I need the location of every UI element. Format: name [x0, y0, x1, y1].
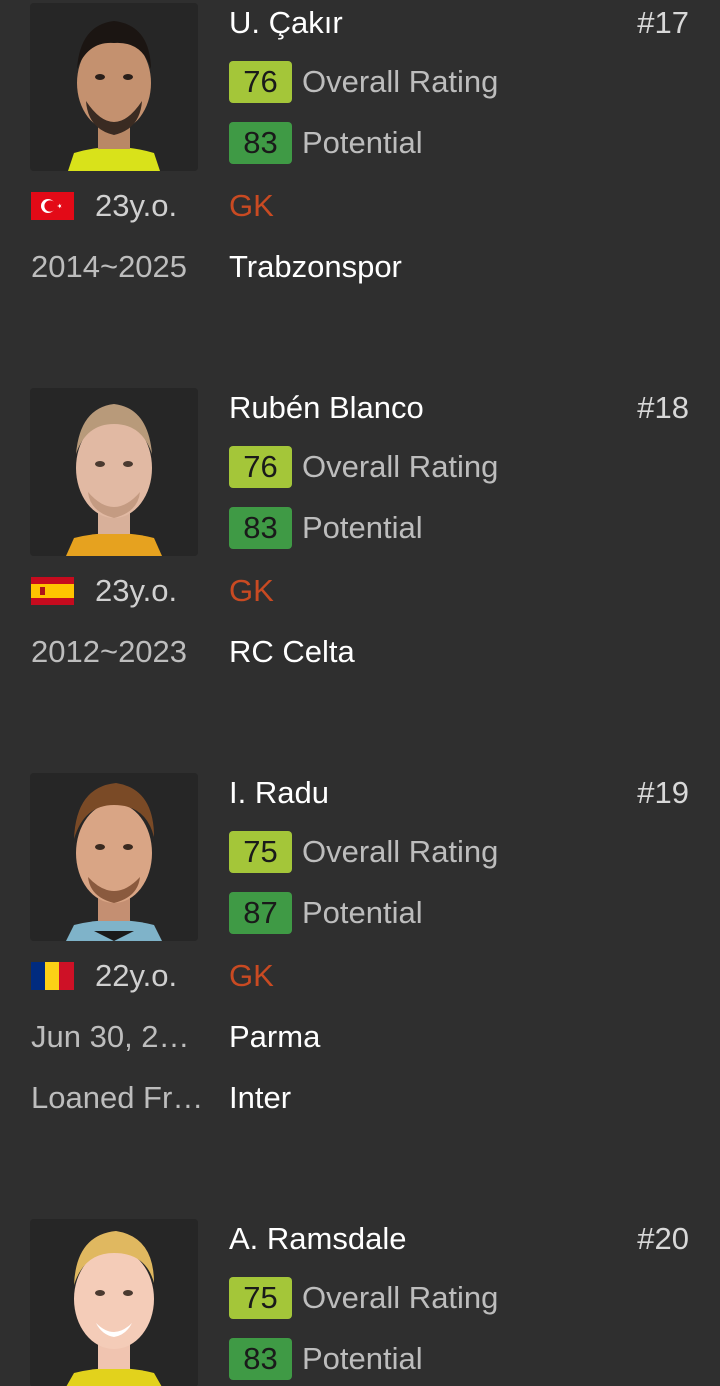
club-name[interactable]: Trabzonspor [229, 249, 402, 285]
potential-row: 87 Potential [229, 892, 423, 934]
overall-rating-label: Overall Rating [302, 64, 499, 99]
romania-flag-icon [31, 962, 74, 990]
player-photo[interactable] [30, 388, 198, 556]
player-number: #17 [637, 5, 689, 40]
player-card[interactable]: I. Radu #19 75 Overall Rating 87 Potenti… [0, 773, 720, 1193]
loan-club-name[interactable]: Inter [229, 1080, 291, 1116]
overall-rating-row: 76 Overall Rating [229, 61, 498, 103]
player-position: GK [229, 573, 274, 608]
player-card[interactable]: U. Çakır #17 76 Overall Rating 83 Potent… [0, 3, 720, 388]
player-age: 23y.o. [95, 573, 178, 608]
contract-period: 2014~2025 [31, 249, 188, 284]
player-age: 23y.o. [95, 188, 178, 223]
player-card[interactable]: Rubén Blanco #18 76 Overall Rating 83 Po… [0, 388, 720, 773]
potential-label: Potential [302, 895, 423, 930]
player-name[interactable]: U. Çakır [229, 5, 343, 41]
player-position: GK [229, 188, 274, 223]
overall-rating-label: Overall Rating [302, 449, 499, 484]
player-card[interactable]: A. Ramsdale #20 75 Overall Rating 83 Pot… [0, 1219, 720, 1386]
overall-rating-row: 76 Overall Rating [229, 446, 498, 488]
potential-badge: 83 [229, 507, 292, 549]
overall-rating-row: 75 Overall Rating [229, 1277, 498, 1319]
contract-period: Jun 30, 2… [31, 1019, 190, 1054]
potential-label: Potential [302, 510, 423, 545]
potential-badge: 83 [229, 122, 292, 164]
spain-flag-icon [31, 577, 74, 605]
loan-label: Loaned Fr… [31, 1080, 204, 1115]
player-photo[interactable] [30, 1219, 198, 1386]
player-position: GK [229, 958, 274, 993]
player-number: #18 [637, 390, 689, 425]
player-photo[interactable] [30, 3, 198, 171]
turkey-flag-icon [31, 192, 74, 220]
player-age: 22y.o. [95, 958, 178, 993]
potential-row: 83 Potential [229, 507, 423, 549]
player-name[interactable]: A. Ramsdale [229, 1221, 406, 1257]
potential-row: 83 Potential [229, 1338, 423, 1380]
player-number: #19 [637, 775, 689, 810]
player-photo[interactable] [30, 773, 198, 941]
potential-label: Potential [302, 125, 423, 160]
player-name[interactable]: I. Radu [229, 775, 329, 811]
potential-badge: 87 [229, 892, 292, 934]
contract-period: 2012~2023 [31, 634, 188, 669]
potential-row: 83 Potential [229, 122, 423, 164]
potential-label: Potential [302, 1341, 423, 1376]
overall-rating-badge: 75 [229, 1277, 292, 1319]
player-number: #20 [637, 1221, 689, 1256]
overall-rating-badge: 75 [229, 831, 292, 873]
club-name[interactable]: RC Celta [229, 634, 355, 670]
player-list: U. Çakır #17 76 Overall Rating 83 Potent… [0, 0, 720, 1386]
club-name[interactable]: Parma [229, 1019, 320, 1055]
potential-badge: 83 [229, 1338, 292, 1380]
overall-rating-badge: 76 [229, 446, 292, 488]
player-name[interactable]: Rubén Blanco [229, 390, 424, 426]
overall-rating-row: 75 Overall Rating [229, 831, 498, 873]
overall-rating-label: Overall Rating [302, 1280, 499, 1315]
overall-rating-badge: 76 [229, 61, 292, 103]
overall-rating-label: Overall Rating [302, 834, 499, 869]
